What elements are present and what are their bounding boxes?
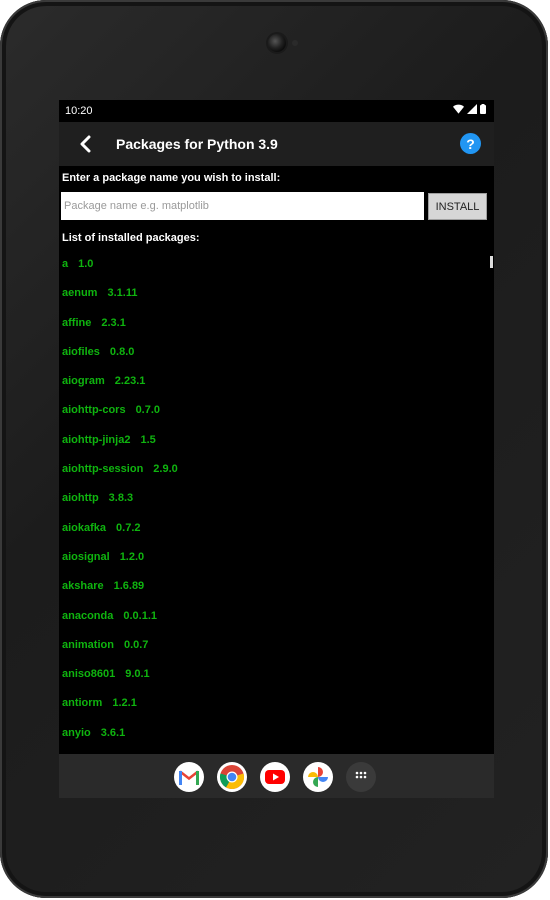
installed-packages-label: List of installed packages: [62, 232, 200, 244]
package-item[interactable]: anaconda 0.0.1.1 [62, 606, 178, 635]
package-version: 2.9.0 [153, 463, 178, 476]
package-version: 2.23.1 [114, 375, 146, 388]
app-dock [174, 762, 376, 792]
package-name: affine [62, 316, 92, 329]
question-mark-icon: ? [466, 135, 475, 152]
package-version: 3.6.1 [100, 726, 126, 739]
package-version: 1.5 [140, 433, 156, 446]
package-name: aiohttp-session [62, 463, 144, 476]
package-item[interactable]: aiohttp-cors 0.7.0 [62, 400, 178, 429]
package-item[interactable]: a 1.0 [62, 254, 178, 283]
package-item[interactable]: aiokafka 0.7.2 [62, 518, 178, 547]
package-name: aenum [62, 287, 98, 300]
package-item[interactable]: aenum 3.1.11 [62, 283, 178, 312]
scrollbar-thumb[interactable] [490, 256, 493, 268]
package-name: aniso8601 [62, 668, 116, 681]
package-name: aiohttp-cors [62, 404, 126, 417]
package-name: animation [62, 638, 114, 651]
package-item[interactable]: aiosignal 1.2.0 [62, 547, 178, 576]
cell-signal-icon [467, 104, 477, 114]
package-version: 3.1.11 [107, 287, 138, 300]
package-item[interactable]: anyio 3.6.1 [62, 723, 178, 752]
package-item[interactable]: affine 2.3.1 [62, 313, 178, 342]
package-version: 0.0.7 [123, 638, 149, 651]
package-name: aiosignal [62, 550, 110, 563]
package-item[interactable]: aiogram 2.23.1 [62, 371, 178, 400]
screen: 10:20 Packages for Python 3.9 ? Enter a … [59, 100, 494, 798]
package-name: anyio [62, 726, 91, 739]
app-bar: Packages for Python 3.9 ? [59, 122, 494, 166]
chrome-icon[interactable] [217, 762, 247, 792]
install-button[interactable]: INSTALL [428, 193, 487, 220]
tablet-frame: 10:20 Packages for Python 3.9 ? Enter a … [0, 0, 548, 898]
package-item[interactable]: aiohttp-jinja2 1.5 [62, 430, 178, 459]
package-version: 9.0.1 [125, 668, 150, 681]
battery-icon [480, 104, 486, 114]
help-button[interactable]: ? [460, 133, 481, 154]
package-item[interactable]: aiohttp 3.8.3 [62, 488, 178, 517]
package-name: aiokafka [62, 521, 107, 534]
installed-packages-list: a 1.0 aenum 3.1.11 affine 2.3.1 aiofiles 0.8.0 a… [62, 254, 178, 752]
app-drawer-icon[interactable] [346, 762, 376, 792]
status-time: 10:20 [65, 105, 93, 117]
package-item[interactable]: aiohttp-session 2.9.0 [62, 459, 178, 488]
navigation-bar [59, 754, 494, 798]
package-version: 1.6.89 [113, 580, 145, 593]
package-version: 1.2.1 [112, 697, 137, 710]
status-icons [453, 104, 486, 114]
youtube-icon[interactable] [260, 762, 290, 792]
package-name: anaconda [62, 609, 114, 622]
package-item[interactable]: antiorm 1.2.1 [62, 693, 178, 722]
package-name: a [62, 258, 69, 270]
front-camera [268, 34, 286, 52]
package-name-input[interactable] [61, 192, 424, 220]
package-version: 1.2.0 [119, 550, 145, 563]
package-name: aiohttp [62, 492, 99, 505]
package-version: 0.7.2 [116, 521, 141, 534]
package-version: 0.8.0 [109, 345, 135, 358]
install-prompt: Enter a package name you wish to install… [62, 172, 281, 184]
package-version: 3.8.3 [108, 492, 134, 505]
package-name: aiofiles [62, 345, 100, 358]
gmail-icon[interactable] [174, 762, 204, 792]
status-bar: 10:20 [59, 100, 494, 122]
package-version: 1.0 [78, 258, 94, 270]
package-item[interactable]: akshare 1.6.89 [62, 576, 178, 605]
wifi-icon [453, 104, 464, 114]
package-version: 2.3.1 [101, 316, 126, 329]
package-name: antiorm [62, 697, 103, 710]
package-version: 0.0.1.1 [123, 609, 157, 622]
package-item[interactable]: animation 0.0.7 [62, 635, 178, 664]
package-version: 0.7.0 [135, 404, 161, 417]
package-item[interactable]: aniso8601 9.0.1 [62, 664, 178, 693]
back-button[interactable] [71, 130, 99, 158]
back-arrow-icon [80, 135, 91, 153]
package-name: akshare [62, 580, 104, 593]
package-name: aiohttp-jinja2 [62, 433, 131, 446]
light-sensor [292, 40, 298, 46]
google-photos-icon[interactable] [303, 762, 333, 792]
package-item[interactable]: aiofiles 0.8.0 [62, 342, 178, 371]
package-name: aiogram [62, 375, 105, 388]
page-title: Packages for Python 3.9 [116, 136, 278, 152]
